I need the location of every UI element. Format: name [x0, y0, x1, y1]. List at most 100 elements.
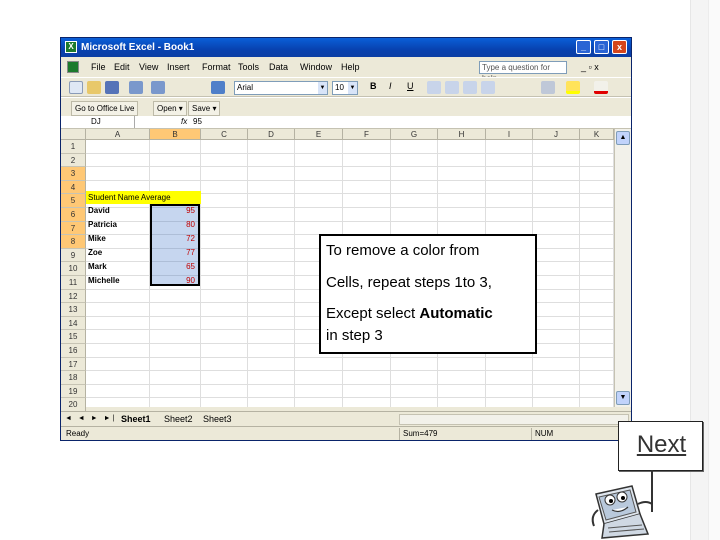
score-cell[interactable]: 65	[151, 260, 197, 273]
font-name-select[interactable]: Arial ▼	[234, 81, 328, 95]
column-header[interactable]: D	[248, 129, 295, 140]
fx-icon[interactable]: fx	[181, 116, 187, 128]
student-name-cell[interactable]: Mike	[88, 232, 106, 245]
column-header[interactable]: J	[533, 129, 580, 140]
column-header[interactable]: G	[391, 129, 438, 140]
merge-center-icon[interactable]	[481, 81, 495, 94]
document-icon[interactable]	[67, 61, 79, 73]
student-name-cell[interactable]: Mark	[88, 260, 107, 273]
callout-line-3-prefix: Except select	[326, 305, 420, 322]
row-header[interactable]: 1	[61, 140, 86, 154]
borders-icon[interactable]	[541, 81, 555, 94]
open-button[interactable]: Open ▾	[153, 101, 187, 116]
column-header[interactable]: I	[486, 129, 533, 140]
scroll-up-icon[interactable]: ▲	[616, 131, 630, 145]
grid-hline	[86, 179, 614, 181]
menu-edit[interactable]: Edit	[114, 58, 130, 77]
redo-icon[interactable]	[151, 81, 165, 94]
underline-button[interactable]: U	[407, 81, 414, 91]
column-header[interactable]: F	[343, 129, 391, 140]
bold-button[interactable]: B	[370, 81, 377, 91]
fill-color-icon[interactable]	[566, 81, 580, 94]
row-header[interactable]: 3	[61, 167, 86, 181]
score-cell[interactable]: 80	[151, 218, 197, 231]
sheet-nav-buttons[interactable]: ◄ ◄ ► ►|	[65, 412, 116, 426]
font-size-select[interactable]: 10 ▼	[332, 81, 358, 95]
next-button[interactable]: Next	[618, 421, 703, 471]
row-header[interactable]: 20	[61, 398, 86, 412]
menu-window[interactable]: Window	[300, 58, 332, 77]
row-header[interactable]: 10	[61, 262, 86, 276]
go-to-office-live-button[interactable]: Go to Office Live	[71, 101, 139, 116]
row-header[interactable]: 14	[61, 316, 86, 331]
row-header[interactable]: 12	[61, 289, 86, 304]
tab-sheet2[interactable]: Sheet2	[164, 412, 193, 426]
maximize-button[interactable]: □	[594, 40, 609, 54]
undo-icon[interactable]	[129, 81, 143, 94]
document-window-controls[interactable]: _ ▫ x	[581, 58, 599, 77]
row-header[interactable]: 15	[61, 330, 86, 344]
grid-hline	[86, 397, 614, 399]
row-header[interactable]: 19	[61, 384, 86, 399]
column-header[interactable]: A	[86, 129, 150, 140]
menu-insert[interactable]: Insert	[167, 58, 190, 77]
column-header[interactable]: K	[580, 129, 614, 140]
align-center-icon[interactable]	[445, 81, 459, 94]
close-button[interactable]: x	[612, 40, 627, 54]
grid-hline	[86, 166, 614, 168]
row-header[interactable]: 8	[61, 235, 86, 249]
font-color-icon[interactable]	[594, 81, 608, 94]
row-header[interactable]: 9	[61, 248, 86, 263]
save-icon[interactable]	[105, 81, 119, 94]
row-header[interactable]: 11	[61, 276, 86, 290]
student-name-cell[interactable]: Michelle	[88, 274, 120, 287]
row-header[interactable]: 18	[61, 371, 86, 385]
chart-icon[interactable]	[211, 81, 225, 94]
column-header[interactable]: E	[295, 129, 343, 140]
student-name-cell[interactable]: Zoe	[88, 246, 102, 259]
student-name-cell[interactable]: Patricia	[88, 218, 117, 231]
column-header[interactable]: C	[201, 129, 248, 140]
row-header[interactable]: 16	[61, 344, 86, 358]
column-header[interactable]: B	[150, 129, 201, 140]
score-cell[interactable]: 90	[151, 274, 197, 287]
formula-input[interactable]: 95	[193, 116, 202, 128]
column-header[interactable]: H	[438, 129, 486, 140]
menu-file[interactable]: File	[91, 58, 106, 77]
header-cell[interactable]: Student Name Average	[86, 191, 201, 204]
align-left-icon[interactable]	[427, 81, 441, 94]
row-header[interactable]: 17	[61, 357, 86, 372]
select-all-corner[interactable]	[61, 129, 86, 140]
menu-view[interactable]: View	[139, 58, 158, 77]
align-right-icon[interactable]	[463, 81, 477, 94]
italic-button[interactable]: I	[389, 81, 392, 91]
status-sum: Sum=479	[399, 428, 527, 440]
menu-tools[interactable]: Tools	[238, 58, 259, 77]
title-bar: X Microsoft Excel - Book1 _ □ x	[61, 38, 631, 57]
menu-format[interactable]: Format	[202, 58, 231, 77]
student-name-cell[interactable]: David	[88, 204, 110, 217]
row-header[interactable]: 7	[61, 221, 86, 236]
tab-sheet1[interactable]: Sheet1	[121, 412, 151, 426]
row-header[interactable]: 13	[61, 303, 86, 317]
row-header[interactable]: 4	[61, 180, 86, 195]
open-icon[interactable]	[87, 81, 101, 94]
score-cell[interactable]: 95	[151, 204, 197, 217]
save-button[interactable]: Save ▾	[188, 101, 221, 116]
horizontal-scrollbar[interactable]	[399, 414, 629, 425]
minimize-button[interactable]: _	[576, 40, 591, 54]
row-header[interactable]: 6	[61, 208, 86, 222]
scroll-down-icon[interactable]: ▼	[616, 391, 630, 405]
menu-help[interactable]: Help	[341, 58, 360, 77]
menu-data[interactable]: Data	[269, 58, 288, 77]
vertical-scrollbar[interactable]: ▲ ▼	[614, 129, 631, 407]
row-header[interactable]: 2	[61, 153, 86, 168]
tab-sheet3[interactable]: Sheet3	[203, 412, 232, 426]
score-cell[interactable]: 77	[151, 246, 197, 259]
name-box[interactable]: DJ	[61, 116, 135, 128]
help-search-input[interactable]: Type a question for help	[479, 61, 567, 83]
formula-bar: DJ fx 95	[61, 116, 631, 129]
new-icon[interactable]	[69, 81, 83, 94]
score-cell[interactable]: 72	[151, 232, 197, 245]
row-header[interactable]: 5	[61, 194, 86, 208]
